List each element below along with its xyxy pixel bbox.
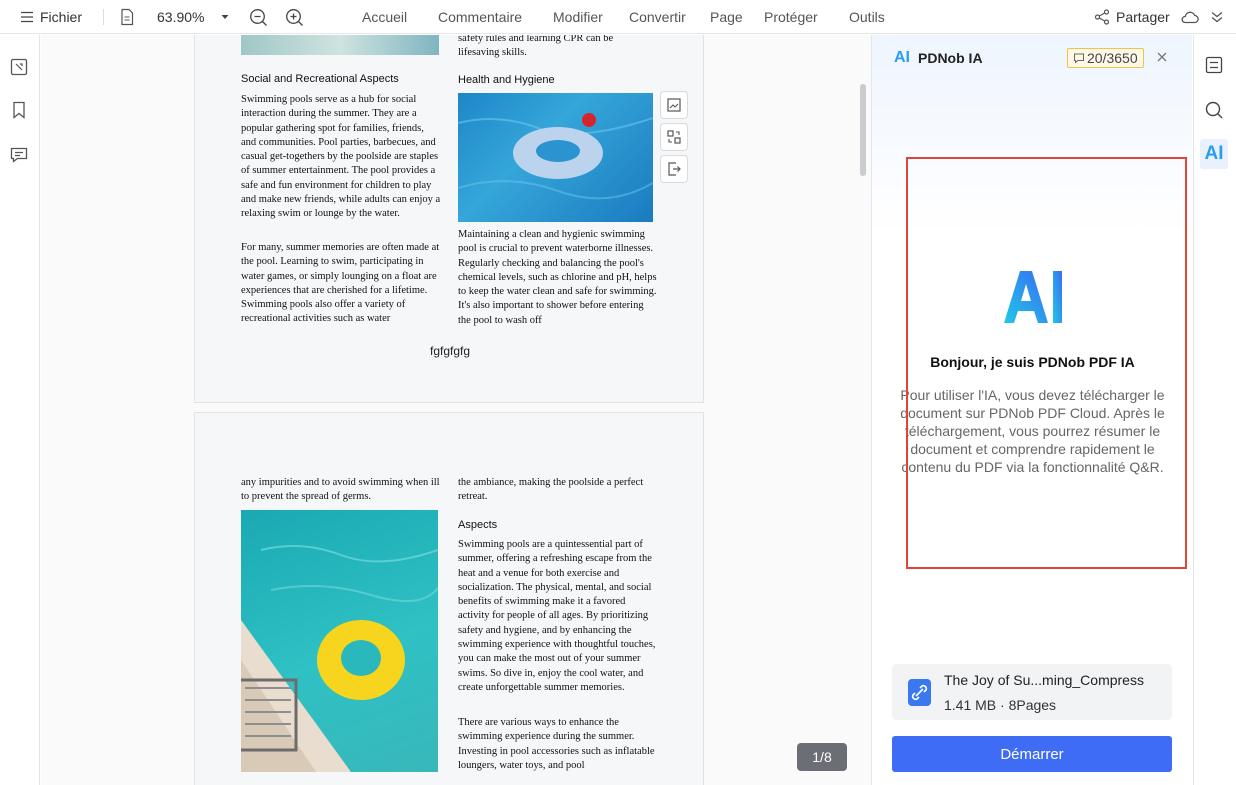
comments-button[interactable]: [9, 145, 29, 165]
section-heading: Aspects: [458, 519, 498, 531]
paragraph: There are various ways to enhance the sw…: [458, 717, 655, 771]
page1-top-image: [241, 35, 439, 55]
zoom-in-button[interactable]: [285, 0, 304, 34]
message-icon: [1074, 53, 1084, 64]
toolbar-divider: [103, 9, 104, 25]
ai-panel-header: AI PDNob IA: [894, 49, 983, 67]
link-glyph: [911, 684, 928, 701]
paragraph: any impurities and to avoid swimming whe…: [241, 477, 440, 503]
pdf-page-2: any impurities and to avoid swimming whe…: [194, 412, 704, 785]
comment-icon: [10, 147, 28, 163]
paragraph: the ambiance, making the poolside a perf…: [458, 477, 644, 503]
paragraph: Swimming pools are a quintessential part…: [458, 539, 656, 693]
pdf-page-1: safety rules and learning CPR can be lif…: [194, 35, 704, 403]
properties-button[interactable]: [1204, 55, 1224, 80]
menu-outils[interactable]: Outils: [849, 0, 885, 34]
page1-right-top-text: safety rules and learning CPR can be lif…: [458, 35, 614, 59]
caret-down-icon: [221, 15, 229, 19]
image-replace-button[interactable]: [660, 123, 688, 151]
image-crop-icon: [667, 98, 681, 112]
document-icon: [121, 8, 134, 26]
export-icon: [668, 162, 681, 176]
image-crop-button[interactable]: [660, 91, 688, 119]
menu-accueil[interactable]: Accueil: [362, 0, 407, 34]
image-extract-button[interactable]: [660, 155, 688, 183]
document-scrollbar[interactable]: [860, 84, 866, 176]
menu-page[interactable]: Page: [710, 0, 743, 34]
menu-convertir[interactable]: Convertir: [629, 0, 686, 34]
section-heading: Health and Hygiene: [458, 74, 555, 86]
file-meta: 1.41 MB · 8Pages: [944, 697, 1057, 713]
right-rail: AI: [1193, 35, 1236, 785]
sliders-icon: [1205, 56, 1223, 74]
paragraph: Maintaining a clean and hygienic swimmin…: [458, 229, 657, 326]
search-icon: [1205, 101, 1223, 119]
file-menu-button[interactable]: Fichier: [20, 0, 82, 34]
zoom-in-icon: [286, 8, 303, 26]
top-toolbar: Fichier 63.90% Accueil Commentaire Modif…: [0, 0, 1236, 34]
file-card: The Joy of Su...ming_Compress 1.41 MB · …: [892, 664, 1172, 720]
ai-rail-button[interactable]: AI: [1200, 139, 1228, 169]
thumbnails-button[interactable]: [9, 57, 29, 77]
start-button[interactable]: Démarrer: [892, 736, 1172, 772]
menu-proteger[interactable]: Protéger: [764, 0, 818, 34]
bookmarks-button[interactable]: [9, 100, 29, 120]
share-label: Partager: [1116, 9, 1170, 25]
paragraph: Swimming pools serve as a hub for social…: [241, 94, 441, 220]
highlight-frame: [906, 157, 1187, 569]
file-name: The Joy of Su...ming_Compress: [944, 672, 1144, 688]
collapse-toolbar-button[interactable]: [1210, 0, 1224, 34]
pdnob-file-icon: [908, 679, 931, 706]
search-button[interactable]: [1204, 100, 1224, 125]
double-chevron-down-icon: [1211, 11, 1223, 23]
zoom-out-button[interactable]: [249, 0, 268, 34]
bookmark-icon: [13, 101, 25, 119]
menu-commentaire[interactable]: Commentaire: [438, 0, 522, 34]
page-footer-text: fgfgfgfg: [429, 344, 471, 358]
share-icon: [1094, 9, 1110, 25]
share-button[interactable]: Partager: [1094, 0, 1170, 34]
hamburger-icon: [21, 11, 33, 23]
zoom-select[interactable]: 63.90%: [157, 0, 230, 34]
cloud-button[interactable]: [1180, 0, 1199, 34]
ai-panel-title: PDNob IA: [918, 50, 983, 66]
paragraph: For many, summer memories are often made…: [241, 242, 440, 325]
file-menu-label: Fichier: [40, 9, 83, 25]
section-heading: Social and Recreational Aspects: [241, 73, 399, 85]
replace-icon: [667, 130, 681, 144]
quota-badge: 20/3650: [1067, 48, 1144, 68]
document-canvas[interactable]: safety rules and learning CPR can be lif…: [41, 35, 871, 785]
zoom-out-icon: [250, 8, 267, 26]
menu-modifier[interactable]: Modifier: [553, 0, 603, 34]
thumbnail-icon: [10, 58, 28, 76]
cloud-icon: [1181, 11, 1199, 24]
ai-logo-small-icon: AI: [894, 49, 910, 66]
page-indicator: 1/8: [797, 743, 847, 771]
pool-ring-image: [241, 510, 438, 772]
left-sidebar: [0, 35, 40, 785]
close-icon: [1157, 52, 1167, 62]
page-view-button[interactable]: [119, 0, 135, 34]
ai-rail-icon: AI: [1204, 143, 1224, 164]
close-ai-panel-button[interactable]: [1156, 50, 1168, 68]
yellow-ring-illustration: [241, 545, 438, 772]
pool-float-image: [458, 93, 653, 222]
quota-value: 20/3650: [1087, 50, 1138, 66]
zoom-value: 63.90%: [157, 9, 205, 25]
inflatable-ring-illustration: [458, 113, 653, 200]
